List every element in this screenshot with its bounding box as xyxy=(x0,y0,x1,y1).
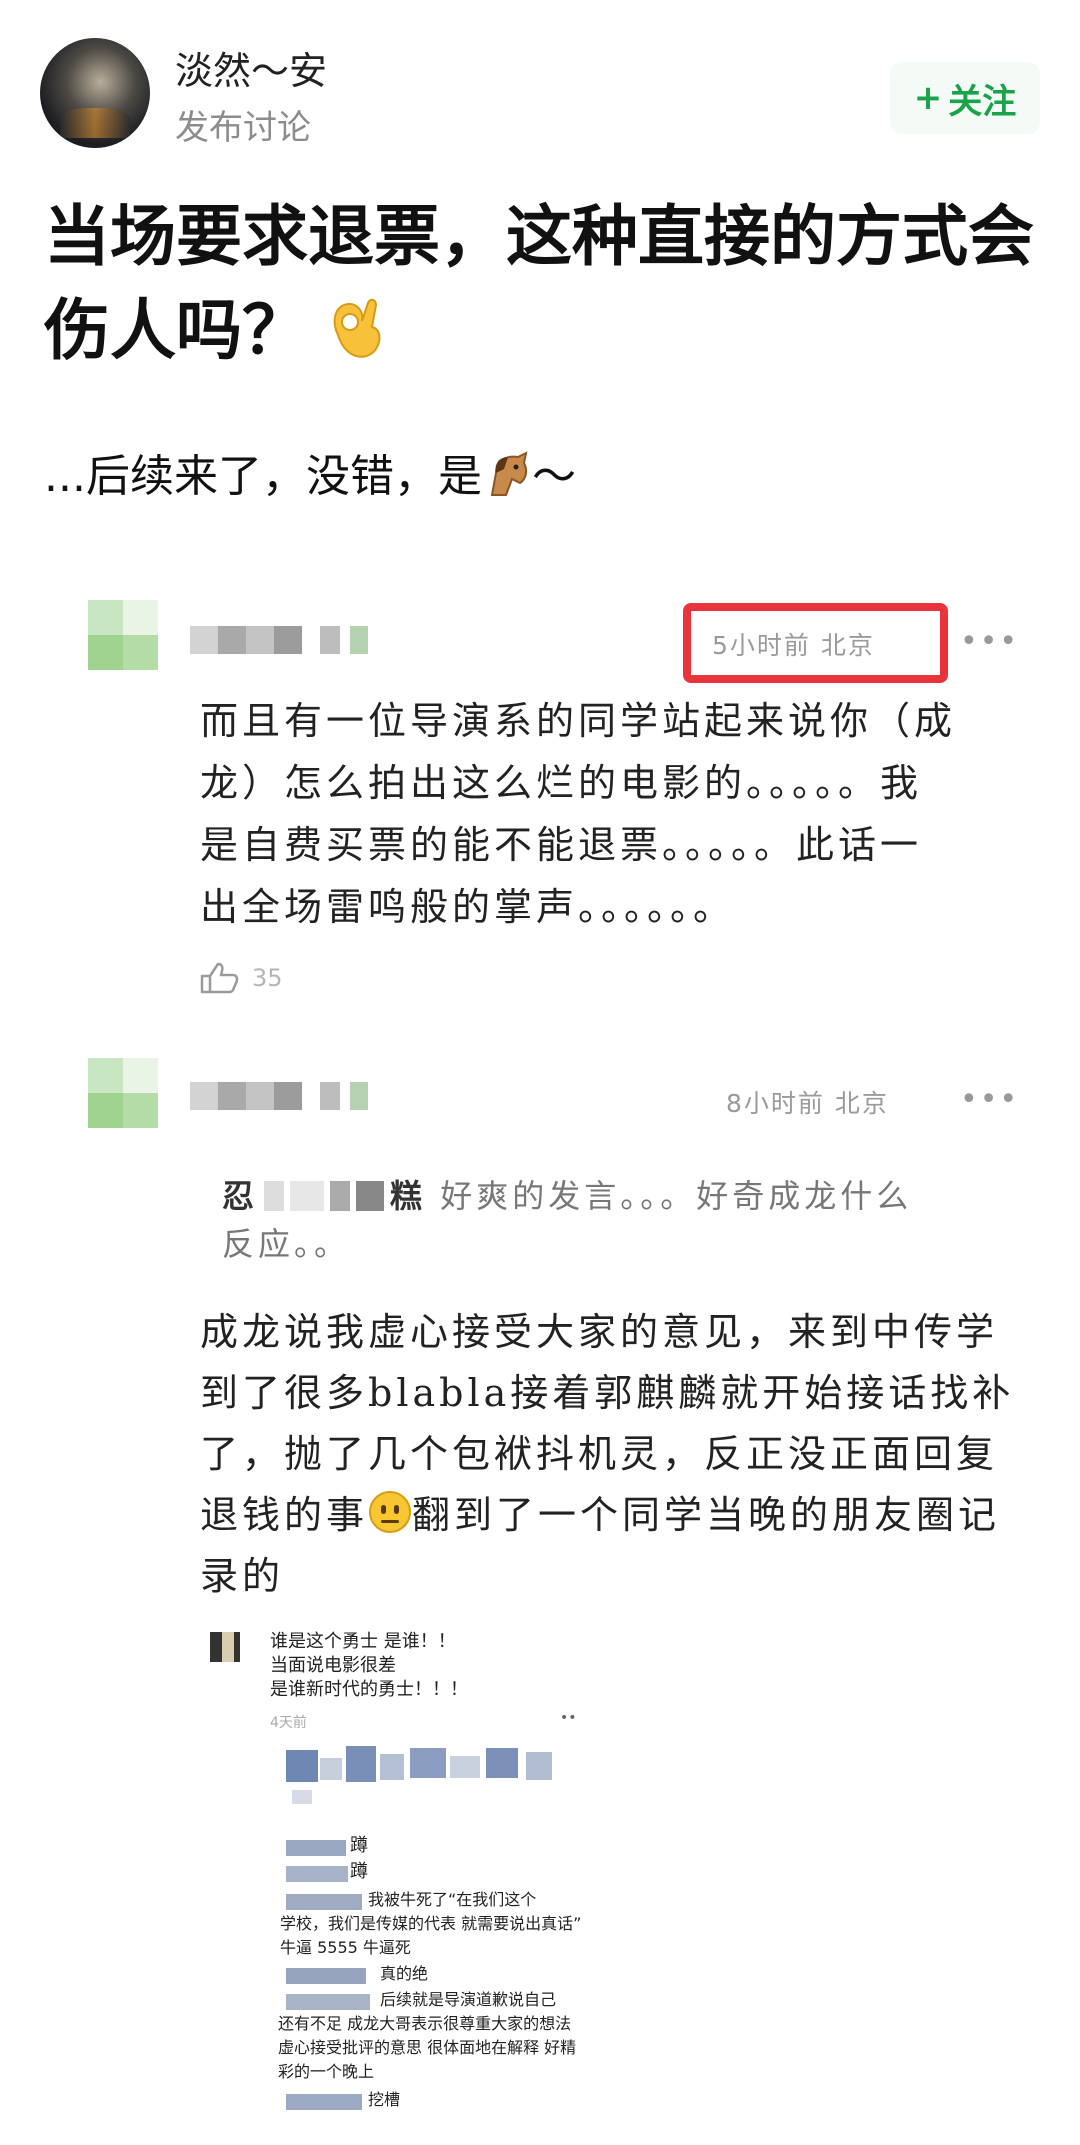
moments-comment: 蹲 xyxy=(350,1835,368,1856)
post-type-label: 发布讨论 xyxy=(175,108,311,148)
comment-line: 成龙说我虚心接受大家的意见，来到中传学 xyxy=(200,1310,999,1354)
moments-time: 4天前 xyxy=(270,1715,307,1731)
follow-label: 关注 xyxy=(948,81,1017,122)
quote-line: 忍 糕 好爽的发言。。。好奇成龙什么 xyxy=(222,1172,1002,1220)
moments-more-icon[interactable]: •• xyxy=(560,1710,577,1726)
comment-line: 了，抛了几个包袱抖机灵，反正没正面回复 xyxy=(200,1432,999,1476)
post-title: 当场要求退票，这种直接的方式会伤人吗？ xyxy=(44,190,1044,378)
moments-comment: 挖槽 xyxy=(368,2090,401,2109)
more-options-icon[interactable]: ••• xyxy=(960,1082,1019,1117)
comment-username-blurred[interactable] xyxy=(190,620,380,660)
moments-text: 谁是这个勇士 是谁！！ xyxy=(270,1631,456,1652)
moments-comment: 真的绝 xyxy=(380,1964,429,1983)
comment-line: 出全场雷鸣般的掌声。。。。。。 xyxy=(200,885,736,929)
neutral-face-emoji-icon xyxy=(369,1491,412,1533)
quoted-user: 忍 xyxy=(222,1177,259,1215)
quoted-reply[interactable]: 忍 糕 好爽的发言。。。好奇成龙什么 反应。。 xyxy=(222,1172,1002,1268)
comment-avatar[interactable] xyxy=(88,1058,158,1128)
moments-comment: 牛逼 5555 牛逼死 xyxy=(280,1938,411,1957)
comment-body: 而且有一位导演系的同学站起来说你（成 龙）怎么拍出这么烂的电影的。。。。。我 是… xyxy=(200,690,1020,938)
moments-comment: 虚心接受批评的意思 很体面地在解释 好精 xyxy=(278,2038,577,2057)
horse-emoji-icon xyxy=(490,451,528,496)
like-button[interactable]: 35 xyxy=(200,962,283,994)
comment-text: 翻到了一个同学当晚的朋友圈记 xyxy=(412,1493,1001,1537)
moments-screenshot[interactable]: 谁是这个勇士 是谁！！ 当面说电影很差 是谁新时代的勇士！！！ 4天前 •• 蹲… xyxy=(200,1620,600,2145)
comment-username-blurred[interactable] xyxy=(190,1076,380,1116)
comment-line: 龙）怎么拍出这么烂的电影的。。。。。我 xyxy=(200,761,923,805)
quote-line: 反应。。 xyxy=(222,1225,351,1263)
comment-text: 退钱的事 xyxy=(200,1493,369,1537)
intro-tail: ～ xyxy=(531,451,576,502)
quoted-user-tail: 糕 xyxy=(390,1177,427,1215)
comment-line: 是自费买票的能不能退票。。。。。此话一 xyxy=(200,823,923,867)
follow-button[interactable]: + 关注 xyxy=(890,62,1040,134)
moments-comment: 后续就是导演道歉说自己 xyxy=(380,1990,557,2009)
moments-comment: 还有不足 成龙大哥表示很尊重大家的想法 xyxy=(278,2014,572,2033)
comment-line: 退钱的事 翻到了一个同学当晚的朋友圈记 xyxy=(200,1485,1040,1546)
moments-comment: 学校，我们是传媒的代表 就需要说出真话” xyxy=(280,1914,582,1933)
author-avatar[interactable] xyxy=(40,38,150,148)
more-options-icon[interactable]: ••• xyxy=(960,624,1019,659)
moments-comment: 我被牛死了“在我们这个 xyxy=(368,1890,537,1909)
comment-line: 而且有一位导演系的同学站起来说你（成 xyxy=(200,699,957,743)
moments-comment: 彩的一个晚上 xyxy=(278,2062,375,2081)
post-body: ...后续来了，没错，是 ～ xyxy=(44,440,576,504)
moments-text: 当面说电影很差 xyxy=(270,1655,396,1676)
thumbs-up-icon xyxy=(200,962,239,994)
moments-comment: 蹲 xyxy=(350,1861,368,1882)
like-count: 35 xyxy=(252,964,283,992)
ok-hand-emoji-icon xyxy=(333,298,381,358)
post-title-text: 当场要求退票，这种直接的方式会伤人吗？ xyxy=(44,198,1034,369)
comment-timestamp: 5小时前 北京 xyxy=(712,631,875,660)
comment-timestamp: 8小时前 北京 xyxy=(726,1089,889,1118)
comment-body: 成龙说我虚心接受大家的意见，来到中传学 到了很多blabla接着郭麒麟就开始接话… xyxy=(200,1302,1040,1607)
comment-avatar[interactable] xyxy=(88,600,158,670)
moments-text: 是谁新时代的勇士！！！ xyxy=(270,1679,468,1700)
plus-icon: + xyxy=(913,78,943,118)
quote-text: 好爽的发言。。。好奇成龙什么 xyxy=(440,1177,913,1215)
intro-text: ...后续来了，没错，是 xyxy=(44,451,482,502)
comment-line: 到了很多blabla接着郭麒麟就开始接话找补 xyxy=(200,1371,1015,1415)
author-name[interactable]: 淡然～安 xyxy=(175,40,327,95)
comment-line: 录的 xyxy=(200,1554,285,1598)
